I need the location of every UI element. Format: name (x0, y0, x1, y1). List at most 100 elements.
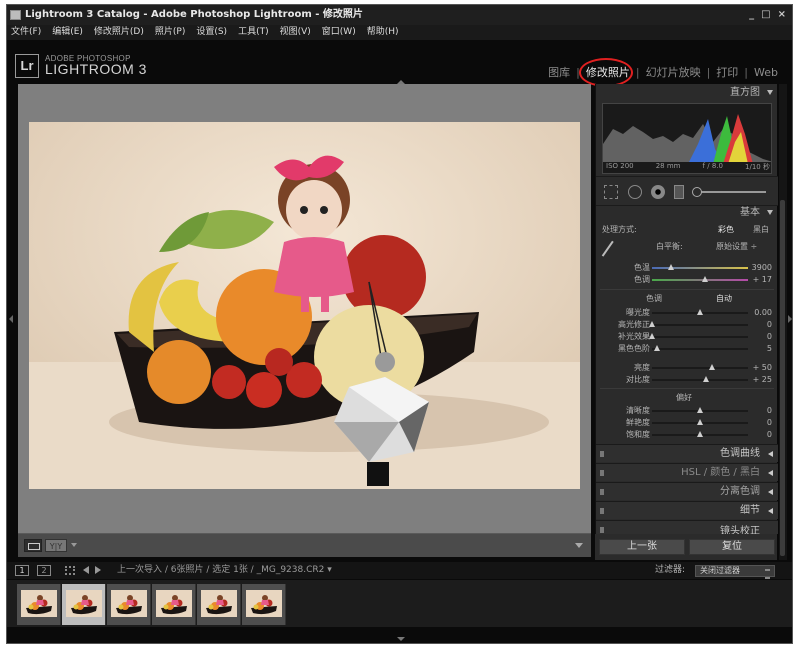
module-develop[interactable]: 修改照片 (578, 58, 633, 87)
photo-canvas[interactable] (18, 84, 591, 533)
temp-row: 色温 3900 (596, 262, 778, 274)
source-path[interactable]: 上一次导入 / 6张照片 / 选定 1张 / _MG_9238.CR2 ▾ (117, 562, 332, 579)
crop-tool-icon[interactable] (604, 185, 618, 199)
slider-knob[interactable] (697, 419, 703, 425)
main-window-button[interactable]: 1 (15, 565, 29, 576)
filmstrip-thumbnail[interactable] (62, 584, 106, 625)
slider-knob[interactable] (653, 345, 660, 351)
filmstrip-thumbnail[interactable] (242, 584, 286, 625)
lens-correction-panel[interactable]: 镜头校正 (596, 520, 778, 534)
slider-knob[interactable] (649, 333, 655, 339)
blacks-slider[interactable] (652, 345, 748, 351)
saturation-value[interactable]: 0 (767, 429, 772, 441)
toolbar-options-icon[interactable] (575, 543, 583, 548)
back-arrow-icon[interactable] (83, 566, 89, 574)
fill-slider[interactable] (649, 333, 748, 339)
spot-removal-tool-icon[interactable] (628, 185, 642, 199)
tint-value[interactable]: + 17 (753, 274, 772, 286)
before-after-button[interactable]: Y|Y (45, 539, 67, 552)
red-eye-tool-icon[interactable] (651, 185, 665, 199)
tone-curve-panel[interactable]: 色调曲线 (596, 444, 778, 462)
panel-switch-icon[interactable] (600, 451, 604, 457)
scrollbar-thumb[interactable] (780, 200, 785, 556)
clarity-slider[interactable] (652, 407, 748, 413)
filmstrip-thumbnail[interactable] (152, 584, 196, 625)
menu-tools[interactable]: 工具(T) (238, 25, 269, 40)
auto-tone-button[interactable]: 自动 (716, 293, 732, 305)
slider-knob[interactable] (702, 376, 709, 382)
recovery-value[interactable]: 0 (767, 319, 772, 331)
fill-value[interactable]: 0 (767, 331, 772, 343)
basic-header[interactable]: 基本 (596, 205, 778, 221)
second-window-button[interactable]: 2 (37, 565, 51, 576)
before-after-dropdown-icon[interactable] (71, 543, 77, 547)
module-slideshow[interactable]: 幻灯片放映 (646, 64, 701, 80)
menu-window[interactable]: 窗口(W) (322, 25, 356, 40)
minimize-button[interactable]: _ (749, 5, 754, 25)
left-panel-toggle-icon[interactable] (9, 315, 13, 323)
reset-button[interactable]: 复位 (689, 539, 775, 555)
wb-select[interactable]: 原始设置 ÷ (716, 241, 757, 253)
vibrance-value[interactable]: 0 (767, 417, 772, 429)
slider-knob[interactable] (649, 321, 655, 327)
filmstrip-thumbnail[interactable] (107, 584, 151, 625)
menu-settings[interactable]: 设置(S) (196, 25, 227, 40)
brightness-value[interactable]: + 50 (753, 362, 772, 374)
grid-icon[interactable] (65, 566, 75, 575)
panel-switch-icon[interactable] (600, 527, 604, 533)
exposure-value[interactable]: 0.00 (754, 307, 772, 319)
detail-panel[interactable]: 细节 (596, 501, 778, 519)
blacks-value[interactable]: 5 (767, 343, 772, 355)
slider-knob[interactable] (697, 407, 703, 413)
hsl-panel[interactable]: HSL / 颜色 / 黑白 (596, 463, 778, 481)
graduated-filter-icon[interactable] (674, 185, 684, 199)
close-button[interactable]: × (778, 5, 786, 25)
filter-select[interactable]: 关闭过滤器 (695, 565, 775, 579)
temp-slider[interactable] (652, 264, 748, 270)
vibrance-slider[interactable] (652, 419, 748, 425)
exposure-slider[interactable] (652, 309, 748, 315)
menu-file[interactable]: 文件(F) (11, 25, 41, 40)
temp-value[interactable]: 3900 (752, 262, 772, 274)
histogram-header[interactable]: 直方图 (596, 85, 778, 101)
filmstrip-thumbnail[interactable] (17, 584, 61, 625)
recovery-slider[interactable] (649, 321, 748, 327)
slider-knob[interactable] (668, 264, 675, 270)
menu-edit[interactable]: 编辑(E) (52, 25, 83, 40)
main-photo[interactable] (29, 122, 580, 489)
forward-arrow-icon[interactable] (95, 566, 101, 574)
split-toning-panel[interactable]: 分离色调 (596, 482, 778, 500)
contrast-slider[interactable] (652, 376, 748, 382)
adjustment-brush-icon[interactable] (692, 187, 766, 197)
filmstrip[interactable] (7, 580, 792, 627)
saturation-slider[interactable] (652, 431, 748, 437)
menu-help[interactable]: 帮助(H) (367, 25, 399, 40)
right-panel-toggle-icon[interactable] (788, 315, 792, 323)
tint-slider[interactable] (652, 276, 748, 282)
treatment-color-option[interactable]: 彩色 (718, 224, 734, 236)
loupe-view-button[interactable] (24, 539, 42, 552)
slider-knob[interactable] (697, 309, 703, 315)
slider-knob[interactable] (701, 276, 708, 282)
module-web[interactable]: Web (754, 66, 778, 79)
menu-view[interactable]: 视图(V) (280, 25, 311, 40)
histogram[interactable]: ISO 200 28 mm f / 8.0 1/10 秒 (602, 103, 772, 174)
panel-switch-icon[interactable] (600, 508, 604, 514)
module-print[interactable]: 打印 (716, 64, 738, 80)
menu-photo[interactable]: 照片(P) (155, 25, 185, 40)
clarity-value[interactable]: 0 (767, 405, 772, 417)
bottom-panel-toggle-icon[interactable] (397, 637, 405, 641)
slider-knob[interactable] (697, 431, 703, 437)
panel-switch-icon[interactable] (600, 489, 604, 495)
contrast-value[interactable]: + 25 (753, 374, 772, 386)
brightness-slider[interactable] (652, 364, 748, 370)
maximize-button[interactable]: □ (761, 5, 770, 25)
module-library[interactable]: 图库 (548, 64, 570, 80)
treatment-bw-option[interactable]: 黑白 (753, 224, 769, 236)
right-panel-scrollbar[interactable] (779, 84, 787, 560)
previous-button[interactable]: 上一张 (599, 539, 685, 555)
filmstrip-thumbnail[interactable] (197, 584, 241, 625)
panel-switch-icon[interactable] (600, 470, 604, 476)
menu-develop[interactable]: 修改照片(D) (94, 25, 144, 40)
slider-knob[interactable] (708, 364, 715, 370)
